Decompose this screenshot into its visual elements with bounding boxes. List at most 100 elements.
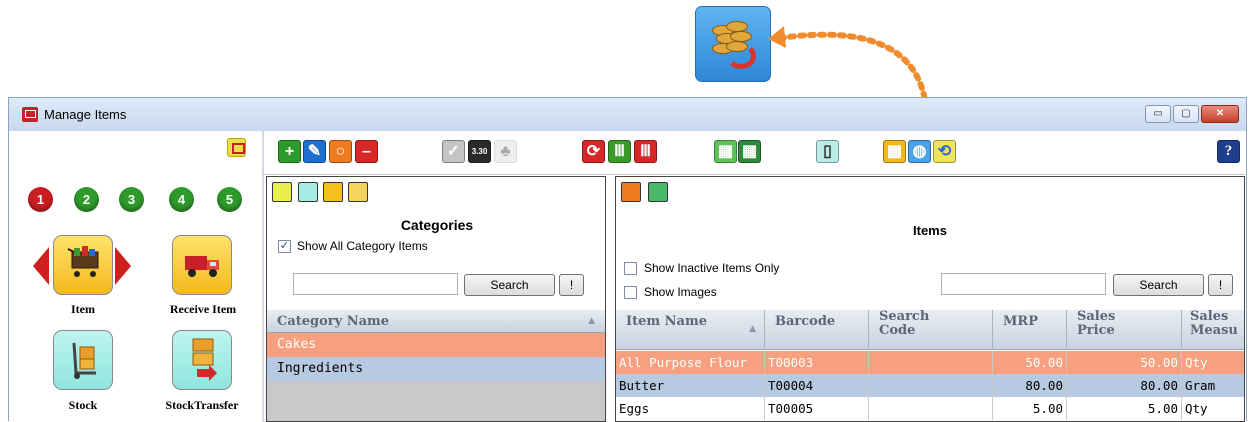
stock-tile[interactable] bbox=[53, 330, 113, 390]
step-1-badge[interactable]: 1 bbox=[28, 187, 53, 212]
column-label: Sales Measu bbox=[1190, 310, 1238, 338]
cell-search-code bbox=[869, 351, 993, 374]
sort-arrow-icon: ▲ bbox=[588, 316, 595, 326]
items-pane: Items Show Inactive Items Only Show Imag… bbox=[615, 176, 1245, 422]
table-row[interactable]: Eggs T00005 5.00 5.00 Qty bbox=[616, 397, 1244, 420]
edit-button[interactable]: ✎ bbox=[303, 140, 326, 163]
stock-transfer-tile-label: StockTransfer bbox=[165, 398, 239, 412]
items-clear-button[interactable]: ! bbox=[1208, 274, 1233, 296]
tree-remove-icon[interactable] bbox=[348, 182, 368, 202]
category-column-label: Category Name bbox=[277, 314, 390, 329]
item-tile[interactable] bbox=[53, 235, 113, 295]
hand-truck-icon bbox=[72, 342, 96, 379]
show-images-label: Show Images bbox=[644, 285, 717, 299]
cell-mrp: 80.00 bbox=[993, 374, 1067, 397]
show-all-category-checkbox[interactable]: ✓ bbox=[278, 240, 291, 253]
window-title: Manage Items bbox=[44, 107, 127, 122]
cell-search-code bbox=[869, 397, 993, 420]
show-inactive-label: Show Inactive Items Only bbox=[644, 261, 780, 275]
reload-button[interactable]: ⟲ bbox=[933, 140, 956, 163]
cell-measure: Qty bbox=[1185, 401, 1208, 416]
column-header-mrp[interactable]: MRP bbox=[993, 310, 1067, 350]
tree-icon[interactable] bbox=[323, 182, 343, 202]
cell-mrp: 5.00 bbox=[993, 397, 1067, 420]
step-3-badge[interactable]: 3 bbox=[119, 187, 144, 212]
cell-item-name: All Purpose Flour bbox=[616, 351, 765, 374]
cell-item-name: Butter bbox=[616, 374, 765, 397]
cell-sales-price: 5.00 bbox=[1067, 397, 1182, 420]
back-arrow-icon[interactable] bbox=[621, 182, 641, 202]
title-bar: Manage Items ▭ ▢ ✕ bbox=[9, 98, 1246, 131]
items-search-button[interactable]: Search bbox=[1113, 274, 1204, 296]
app-cart-icon bbox=[22, 107, 38, 122]
stock-transfer-tile[interactable] bbox=[172, 330, 232, 390]
check-button[interactable]: ✓ bbox=[442, 140, 465, 163]
chart-green-button[interactable]: Ⅲ bbox=[608, 140, 631, 163]
delete-button[interactable]: – bbox=[355, 140, 378, 163]
cell-barcode: T00003 bbox=[765, 351, 869, 374]
manage-items-window: Manage Items ▭ ▢ ✕ 1 2 3 4 5 Item Receiv… bbox=[8, 97, 1247, 422]
receive-item-tile-label: Receive Item bbox=[169, 302, 237, 316]
stock-button[interactable]: ▯ bbox=[816, 140, 839, 163]
table-remove-button[interactable]: ▦ bbox=[738, 140, 761, 163]
search-button[interactable]: ○ bbox=[329, 140, 352, 163]
step-4-badge[interactable]: 4 bbox=[169, 187, 194, 212]
truck-icon bbox=[185, 256, 219, 277]
cell-sales-price: 80.00 bbox=[1067, 374, 1182, 397]
restore-panel-icon[interactable] bbox=[227, 138, 246, 157]
chart-red-button[interactable]: Ⅲ bbox=[634, 140, 657, 163]
cell-search-code bbox=[869, 374, 993, 397]
item-tile-label: Item bbox=[71, 302, 95, 316]
close-button[interactable]: ✕ bbox=[1201, 105, 1239, 123]
step-5-badge[interactable]: 5 bbox=[217, 187, 242, 212]
previous-arrow-icon[interactable] bbox=[33, 247, 49, 285]
calculator-button[interactable]: 3.30 bbox=[468, 140, 491, 163]
color-chart-button[interactable]: ▩ bbox=[883, 140, 906, 163]
categories-pane: Categories ✓ Show All Category Items Sea… bbox=[266, 176, 606, 422]
column-header-sales-price[interactable]: Sales Price bbox=[1067, 310, 1182, 350]
items-search-input[interactable] bbox=[941, 273, 1106, 295]
minimize-button[interactable]: ▭ bbox=[1145, 105, 1171, 123]
left-nav-pane: 1 2 3 4 5 Item Receive Item Stock StockT… bbox=[9, 131, 258, 422]
cell-sales-price: 50.00 bbox=[1067, 351, 1182, 374]
cell-barcode: T00005 bbox=[765, 397, 869, 420]
refresh-button[interactable]: ⟳ bbox=[582, 140, 605, 163]
next-arrow-icon[interactable] bbox=[115, 247, 131, 285]
category-name-column-header[interactable]: Category Name ▲ bbox=[267, 310, 605, 333]
column-header-sales-measure[interactable]: Sales Measu bbox=[1182, 310, 1244, 350]
transfer-boxes-icon bbox=[192, 338, 217, 381]
add-button[interactable]: + bbox=[278, 140, 301, 163]
table-row[interactable]: Butter T00004 80.00 80.00 Gram bbox=[616, 374, 1244, 397]
category-search-input[interactable] bbox=[293, 273, 458, 295]
category-row[interactable]: Cakes bbox=[267, 333, 605, 357]
shopping-cart-icon bbox=[67, 246, 99, 277]
column-label: Barcode bbox=[775, 314, 836, 329]
filter-icon[interactable] bbox=[298, 182, 318, 202]
maximize-button[interactable]: ▢ bbox=[1173, 105, 1199, 123]
show-inactive-checkbox[interactable] bbox=[624, 262, 637, 275]
receive-item-tile[interactable] bbox=[172, 235, 232, 295]
list-view-icon[interactable] bbox=[272, 182, 292, 202]
table-add-button[interactable]: ▦ bbox=[714, 140, 737, 163]
category-search-button[interactable]: Search bbox=[464, 274, 555, 296]
category-row[interactable]: Ingredients bbox=[267, 357, 605, 381]
cell-measure: Qty bbox=[1185, 355, 1208, 370]
items-title: Items bbox=[913, 223, 947, 238]
show-images-checkbox[interactable] bbox=[624, 286, 637, 299]
category-clear-button[interactable]: ! bbox=[559, 274, 584, 296]
stock-tile-label: Stock bbox=[68, 398, 98, 412]
column-header-barcode[interactable]: Barcode bbox=[765, 310, 869, 350]
cell-mrp: 50.00 bbox=[993, 351, 1067, 374]
help-button[interactable]: ? bbox=[1217, 140, 1240, 163]
category-grid-empty bbox=[267, 381, 605, 421]
hierarchy-button[interactable]: ♣ bbox=[494, 140, 517, 163]
cell-measure: Gram bbox=[1185, 378, 1216, 393]
step-2-badge[interactable]: 2 bbox=[74, 187, 99, 212]
grid-colors-icon[interactable] bbox=[648, 182, 668, 202]
column-header-item-name[interactable]: Item Name ▲ bbox=[616, 310, 765, 350]
main-toolbar: + ✎ ○ – ✓ 3.30 ♣ ⟳ Ⅲ Ⅲ ▦ ▦ ▯ ▩ ◍ ⟲ ? bbox=[262, 131, 1245, 175]
categories-toolbar bbox=[267, 177, 605, 211]
coins-refresh-button[interactable]: ◍ bbox=[908, 140, 931, 163]
column-header-search-code[interactable]: Search Code bbox=[869, 310, 993, 350]
table-row[interactable]: All Purpose Flour T00003 50.00 50.00 Qty bbox=[616, 351, 1244, 374]
